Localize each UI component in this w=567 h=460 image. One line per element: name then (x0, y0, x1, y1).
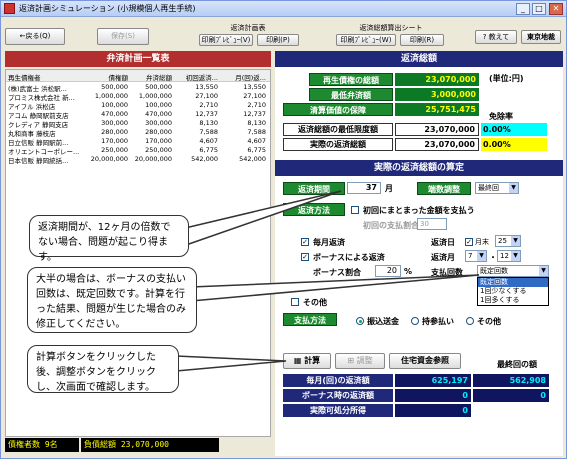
callout-calc-adjust: 計算ボタンをクリックした後、調整ボタンをクリックし、次画面で確認します。 (27, 345, 179, 393)
callout-bonus-count: 大半の場合は、ボーナスの支払い回数は、既定回数です。計算を行った結果、問題が生じ… (27, 267, 197, 333)
app-window: 返済計画シミュレーション (小規模個人再生手続) _ □ ✕ ←戻る(Q) 保存… (0, 0, 567, 459)
callout-period-warning: 返済期間が、12ヶ月の倍数でない場合、問題が起こり得ます。 (29, 215, 189, 263)
